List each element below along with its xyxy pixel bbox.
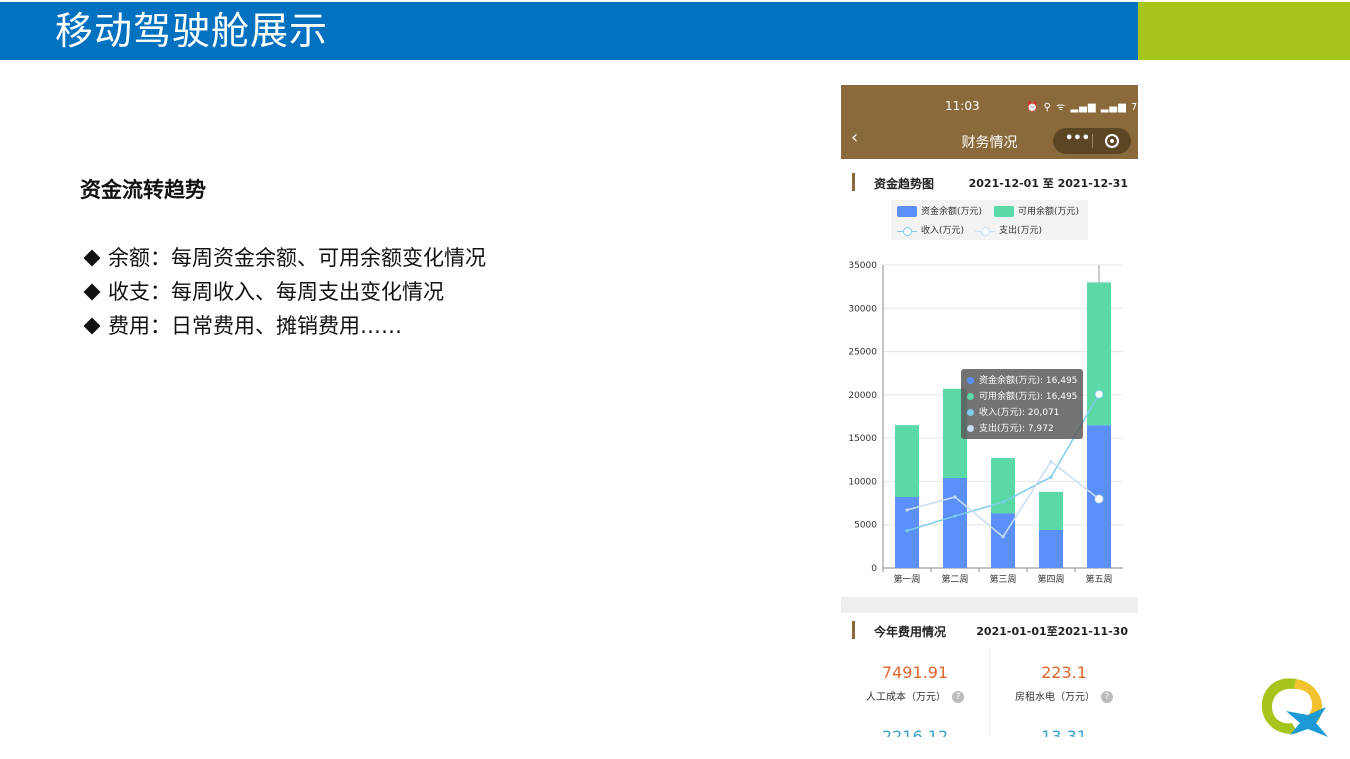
miniprogram-capsule: ••• bbox=[1053, 128, 1131, 154]
tooltip-row: 资金余额(万元): 16,495 bbox=[967, 373, 1083, 389]
tooltip-dot bbox=[967, 409, 974, 416]
metric-value: 2216.12 bbox=[881, 727, 949, 737]
y-tick-label: 15000 bbox=[848, 434, 877, 444]
metric-value: 13.31 bbox=[1041, 727, 1087, 737]
legend-item[interactable]: 资金余额(万元) bbox=[897, 204, 982, 217]
card-title: 今年费用情况 bbox=[874, 625, 947, 639]
y-tick-label: 20000 bbox=[848, 391, 877, 401]
tooltip-row: 支出(万元): 7,972 bbox=[967, 421, 1083, 437]
bullet-list: 余额：每周资金余额、可用余额变化情况 收支：每周收入、每周支出变化情况 费用：日… bbox=[82, 241, 486, 343]
data-point bbox=[1049, 459, 1053, 464]
bullet-item: 余额：每周资金余额、可用余额变化情况 bbox=[82, 241, 486, 275]
x-tick-label: 第一周 bbox=[893, 573, 920, 585]
section-gap bbox=[841, 597, 1138, 613]
x-tick-label: 第三周 bbox=[989, 573, 1016, 585]
data-point bbox=[1094, 389, 1104, 399]
bar bbox=[1039, 491, 1063, 530]
data-point bbox=[905, 529, 909, 533]
chart-legend: 资金余额(万元) 可用余额(万元) 收入(万元) 支出(万元) bbox=[891, 200, 1088, 240]
data-point bbox=[905, 508, 909, 512]
metric-value: 7491.91 bbox=[881, 663, 949, 682]
bullet-item: 费用：日常费用、摊销费用…… bbox=[82, 309, 486, 343]
legend-line-icon bbox=[897, 226, 917, 236]
bar bbox=[1087, 282, 1111, 426]
card-accent-bar bbox=[852, 173, 855, 191]
tooltip-row: 可用余额(万元): 16,495 bbox=[967, 389, 1083, 405]
data-point bbox=[953, 495, 957, 499]
legend-item[interactable]: 支出(万元) bbox=[975, 223, 1042, 236]
data-point bbox=[1001, 500, 1005, 504]
diamond-bullet-icon bbox=[83, 317, 101, 335]
tooltip-dot bbox=[967, 393, 974, 400]
data-point bbox=[1049, 475, 1053, 479]
more-icon[interactable]: ••• bbox=[1065, 131, 1090, 146]
bar bbox=[991, 513, 1015, 568]
help-icon[interactable]: ? bbox=[952, 691, 964, 703]
legend-item[interactable]: 可用余额(万元) bbox=[994, 204, 1079, 217]
bullet-item: 收支：每周收入、每周支出变化情况 bbox=[82, 275, 486, 309]
chart-tooltip: 资金余额(万元): 16,495 可用余额(万元): 16,495 收入(万元)… bbox=[961, 369, 1083, 439]
legend-item[interactable]: 收入(万元) bbox=[897, 223, 964, 236]
metric-partial: 13.31 bbox=[990, 727, 1138, 737]
legend-swatch bbox=[897, 206, 917, 217]
metric-partial: 2216.12 bbox=[841, 727, 989, 737]
data-point bbox=[1001, 535, 1005, 539]
section-title: 资金流转趋势 bbox=[80, 178, 206, 202]
metric-labor-cost[interactable]: 7491.91 人工成本（万元）? bbox=[841, 663, 989, 703]
card-date-range[interactable]: 2021-12-01 至 2021-12-31 bbox=[969, 175, 1128, 191]
data-point bbox=[1094, 494, 1104, 504]
legend-swatch bbox=[994, 206, 1014, 217]
bar bbox=[1039, 529, 1063, 568]
capsule-divider bbox=[1092, 134, 1093, 148]
y-tick-label: 0 bbox=[871, 564, 877, 574]
bar bbox=[943, 477, 967, 568]
legend-line-icon bbox=[975, 226, 995, 236]
slide: 移动驾驶舱展示 资金流转趋势 余额：每周资金余额、可用余额变化情况 收支：每周收… bbox=[0, 0, 1350, 759]
diamond-bullet-icon bbox=[83, 249, 101, 267]
metric-label: 房租水电（万元）? bbox=[990, 688, 1138, 703]
close-target-icon[interactable] bbox=[1105, 134, 1119, 148]
status-icons: ⏰ ⚲ ᯤ ▂▄▆ ▂▄▆ 77 bbox=[1026, 102, 1138, 113]
metric-rent-utilities[interactable]: 223.1 房租水电（万元）? bbox=[990, 663, 1138, 703]
help-icon[interactable]: ? bbox=[1101, 691, 1113, 703]
tooltip-dot bbox=[967, 377, 974, 384]
y-tick-label: 35000 bbox=[848, 261, 877, 271]
y-tick-label: 30000 bbox=[848, 304, 877, 314]
tooltip-dot bbox=[967, 425, 974, 432]
data-point bbox=[953, 514, 957, 518]
diamond-bullet-icon bbox=[83, 283, 101, 301]
bar bbox=[895, 425, 919, 498]
status-time: 11:03 bbox=[945, 99, 980, 113]
y-tick-label: 10000 bbox=[848, 477, 877, 487]
tooltip-row: 收入(万元): 20,071 bbox=[967, 405, 1083, 421]
y-tick-label: 25000 bbox=[848, 348, 877, 358]
metric-label: 人工成本（万元）? bbox=[841, 688, 989, 703]
y-tick-label: 5000 bbox=[854, 521, 877, 531]
metric-value: 223.1 bbox=[1041, 663, 1087, 682]
phone-screenshot: 11:03 ⏰ ⚲ ᯤ ▂▄▆ ▂▄▆ 77 ‹ 财务情况 ••• 资金趋势图 … bbox=[841, 85, 1138, 737]
x-tick-label: 第五周 bbox=[1085, 573, 1112, 585]
page-title: 移动驾驶舱展示 bbox=[55, 9, 329, 53]
card-accent-bar bbox=[852, 621, 855, 639]
card-title: 资金趋势图 bbox=[874, 177, 935, 191]
header-accent bbox=[1138, 2, 1350, 60]
x-tick-label: 第四周 bbox=[1037, 573, 1064, 585]
x-tick-label: 第二周 bbox=[941, 573, 968, 585]
card-date-range[interactable]: 2021-01-01至2021-11-30 bbox=[976, 623, 1128, 639]
company-logo bbox=[1261, 678, 1328, 737]
